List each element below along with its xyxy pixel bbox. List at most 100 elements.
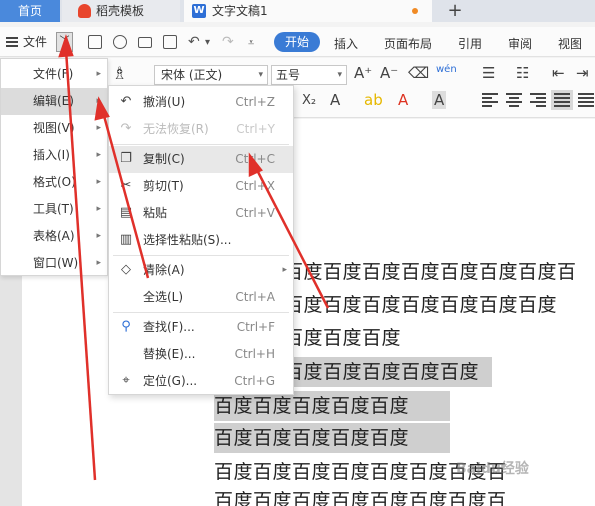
menu-item-insert[interactable]: 插入(I) ▸ — [1, 142, 107, 169]
edit-paste-special[interactable]: ▥ 选择性粘贴(S)... — [109, 227, 293, 254]
tab-review[interactable]: 审阅 — [508, 35, 532, 52]
doc-line-selected[interactable]: 百度百度百度百度百度 — [214, 391, 450, 421]
menu-divider — [113, 144, 289, 145]
edit-item-label: 剪切(T) — [143, 179, 184, 193]
caret-down-icon: ▾ — [258, 70, 263, 80]
text-effect-icon[interactable]: A — [330, 91, 340, 109]
doc-line[interactable]: 百度百度百度 — [284, 323, 401, 353]
doc-line[interactable]: 百度百度百度百度百度百度百度 — [284, 290, 557, 320]
eraser-icon: ◇ — [121, 262, 131, 277]
edit-select-all[interactable]: 全选(L) Ctrl+A — [109, 284, 293, 311]
tab-start[interactable]: 开始 — [274, 32, 320, 52]
menu-item-window[interactable]: 窗口(W) ▸ — [1, 250, 107, 277]
format-brush-icon[interactable]: ♗ — [112, 64, 127, 84]
shortcut-text: Ctrl+Y — [236, 122, 275, 136]
font-size-select[interactable]: 五号 ▾ — [271, 65, 347, 85]
edit-item-label: 替换(E)... — [143, 347, 196, 361]
file-menu-button[interactable]: 文件 — [6, 33, 47, 51]
doc-line-selected[interactable]: 百度百度百度百度百度 — [214, 423, 450, 453]
align-left-icon[interactable] — [482, 93, 498, 107]
tab-view[interactable]: 视图 — [558, 35, 582, 52]
undo-dropdown-icon[interactable]: ▾ — [205, 37, 210, 48]
edit-item-label: 清除(A) — [143, 263, 185, 277]
new-tab-button[interactable]: + — [444, 0, 466, 22]
font-name-select[interactable]: 宋体 (正文) ▾ — [154, 65, 268, 85]
menu-item-table[interactable]: 表格(A) ▸ — [1, 223, 107, 250]
phonetic-guide-icon[interactable]: wén — [436, 64, 457, 75]
clear-format-icon[interactable]: ⌫ — [408, 64, 429, 82]
tab-insert[interactable]: 插入 — [334, 35, 358, 52]
menu-item-label: 工具(T) — [33, 202, 74, 216]
shortcut-text: Ctrl+A — [235, 290, 275, 304]
edit-cut[interactable]: ✂ 剪切(T) Ctrl+X — [109, 173, 293, 200]
file-menu: 文件(F) ▸ 编辑(E) ▸ 视图(V) ▸ 插入(I) ▸ 格式(O) ▸ 工具(T)… — [0, 58, 108, 276]
undo-icon[interactable]: ↶ — [188, 34, 200, 50]
edit-item-label: 粘贴 — [143, 206, 168, 220]
chevron-right-icon: ▸ — [282, 265, 287, 275]
tab-page-layout[interactable]: 页面布局 — [384, 35, 432, 52]
edit-goto[interactable]: ⌖ 定位(G)... Ctrl+G — [109, 368, 293, 395]
chevron-right-icon: ▸ — [96, 96, 101, 106]
writer-doc-icon: W — [192, 4, 206, 18]
shrink-font-icon[interactable]: A⁻ — [380, 64, 398, 82]
menu-dropdown-button[interactable]: ﹀ — [56, 32, 73, 52]
doc-line[interactable]: 百度百度百度百度百度百度百度百 — [284, 257, 577, 287]
edit-item-label: 定位(G)... — [143, 374, 198, 388]
edit-replace[interactable]: 替换(E)... Ctrl+H — [109, 341, 293, 368]
tab-template-label: 稻壳模板 — [96, 4, 145, 18]
customize-toolbar-icon[interactable]: ⩡ — [248, 36, 254, 50]
tab-references[interactable]: 引用 — [458, 35, 482, 52]
tab-template[interactable]: 稻壳模板 — [62, 0, 180, 22]
edit-paste[interactable]: ▤ 粘贴 Ctrl+V — [109, 200, 293, 227]
chevron-right-icon: ▸ — [96, 204, 101, 214]
chevron-right-icon: ▸ — [96, 123, 101, 133]
locate-icon: ⌖ — [122, 373, 130, 388]
menu-item-label: 编辑(E) — [33, 94, 74, 108]
edit-redo[interactable]: ↷ 无法恢复(R) Ctrl+Y — [109, 116, 293, 143]
highlight-color-icon[interactable]: ab — [364, 91, 383, 109]
shortcut-text: Ctrl+H — [234, 347, 275, 361]
menu-divider — [113, 312, 289, 313]
menu-item-tools[interactable]: 工具(T) ▸ — [1, 196, 107, 223]
menu-item-view[interactable]: 视图(V) ▸ — [1, 115, 107, 142]
format-painter-icon[interactable] — [113, 35, 127, 49]
ribbon-tab-row: 文件 ﹀ ↶ ▾ ↷ ⩡ 开始 插入 页面布局 引用 审阅 视图 — [0, 27, 595, 57]
print-preview-icon[interactable] — [163, 35, 177, 49]
decrease-indent-icon[interactable]: ⇤ — [552, 64, 565, 82]
menu-item-label: 文件(F) — [33, 67, 74, 81]
undo-icon: ↶ — [120, 94, 132, 109]
menu-item-file[interactable]: 文件(F) ▸ — [1, 61, 107, 88]
chevron-right-icon: ▸ — [96, 231, 101, 241]
cut-icon: ✂ — [120, 178, 132, 193]
grow-font-icon[interactable]: A⁺ — [354, 64, 372, 82]
tab-home[interactable]: 首页 — [0, 0, 60, 22]
align-center-icon[interactable] — [506, 93, 522, 107]
edit-find[interactable]: ⚲ 查找(F)... Ctrl+F — [109, 314, 293, 341]
doc-line[interactable]: 百度百度百度百度百度百度百度百 — [214, 486, 507, 506]
paste-special-icon: ▥ — [119, 232, 133, 247]
edit-clear[interactable]: ◇ 清除(A) ▸ — [109, 257, 293, 284]
char-shading-icon[interactable]: A — [432, 91, 447, 109]
subscript-icon[interactable]: X₂ — [302, 93, 316, 108]
menu-item-format[interactable]: 格式(O) ▸ — [1, 169, 107, 196]
save-icon[interactable] — [88, 35, 102, 49]
tab-document[interactable]: W 文字文稿1 — [184, 0, 432, 22]
bullet-list-icon[interactable]: ☰ — [482, 64, 495, 82]
distributed-align-icon[interactable] — [578, 93, 594, 107]
redo-icon[interactable]: ↷ — [222, 34, 234, 50]
edit-item-label: 查找(F)... — [143, 320, 195, 334]
watermark-logo: Baidu经验 — [456, 461, 529, 477]
justify-icon[interactable] — [551, 90, 573, 110]
menu-item-label: 插入(I) — [33, 148, 70, 162]
edit-copy[interactable]: ❐ 复制(C) Ctrl+C — [109, 146, 293, 173]
menu-item-edit[interactable]: 编辑(E) ▸ — [1, 88, 107, 115]
align-right-icon[interactable] — [530, 93, 546, 107]
print-icon[interactable] — [138, 37, 152, 48]
doc-line-selected[interactable]: 百度百度百度百度百度 — [284, 357, 492, 387]
menu-item-label: 视图(V) — [33, 121, 75, 135]
hamburger-icon — [6, 37, 18, 47]
font-color-icon[interactable]: A — [398, 91, 408, 109]
numbered-list-icon[interactable]: ☷ — [516, 64, 529, 82]
increase-indent-icon[interactable]: ⇥ — [576, 64, 589, 82]
edit-undo[interactable]: ↶ 撤消(U) Ctrl+Z — [109, 89, 293, 116]
